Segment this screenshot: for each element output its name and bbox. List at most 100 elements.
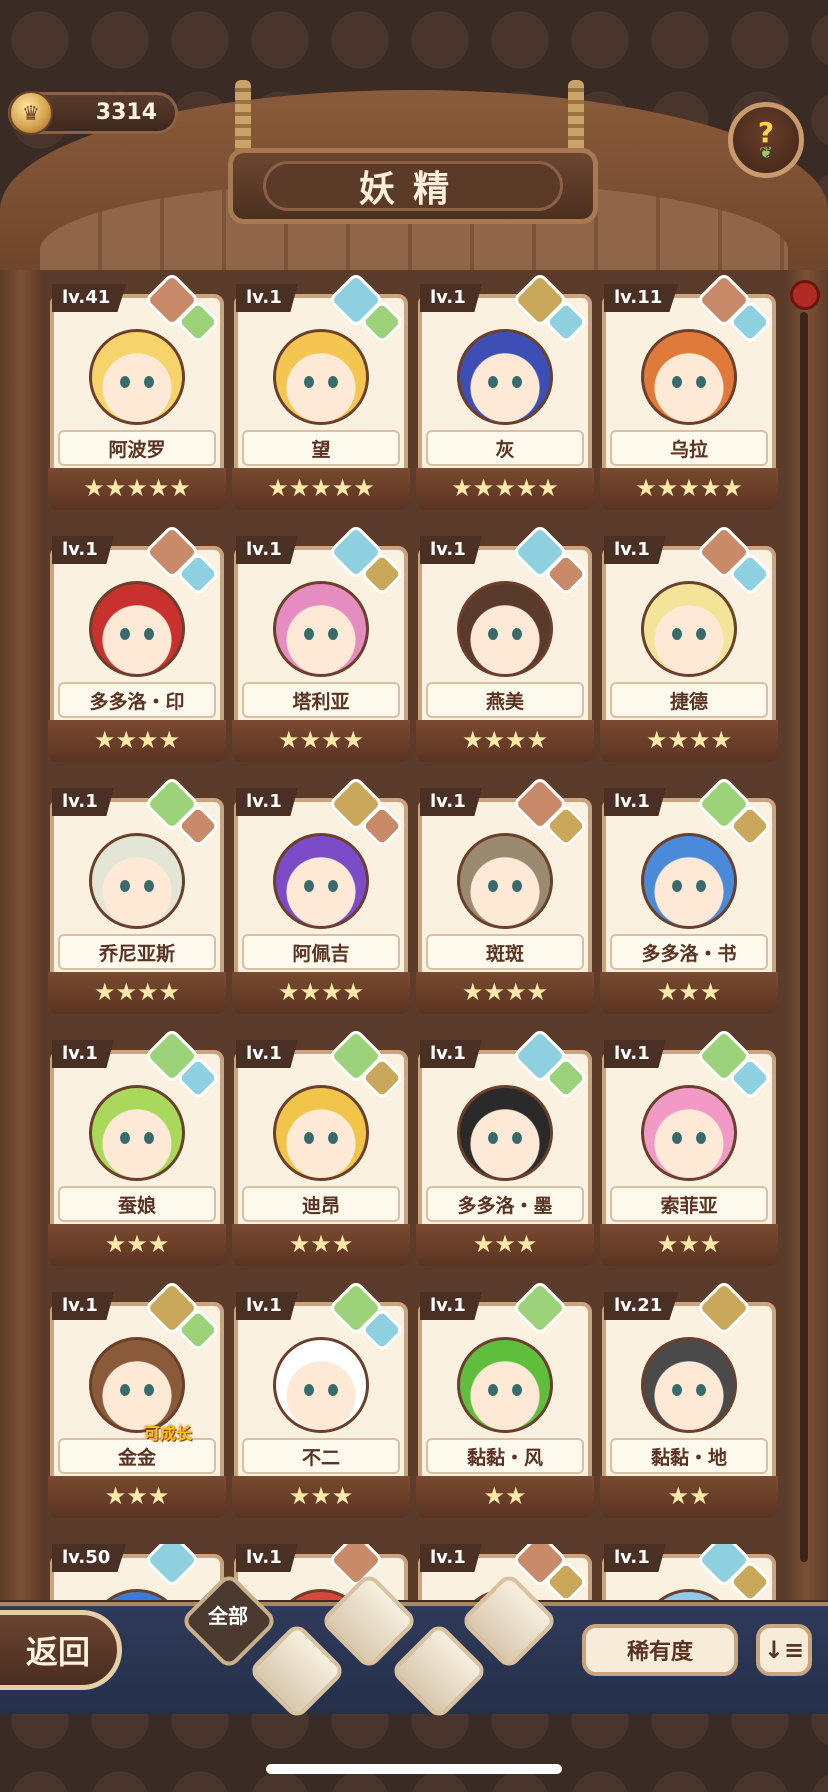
level-tag: lv.1 [604,1040,666,1068]
scrollbar-thumb[interactable] [790,280,820,310]
level-tag: lv.11 [604,284,679,312]
level-tag: lv.41 [52,284,127,312]
fairy-portrait [614,1326,764,1444]
star-rating: ★★ [667,1482,711,1510]
fairy-name: 捷德 [610,682,768,718]
level-tag: lv.1 [52,536,114,564]
fairy-name: 乔尼亚斯 [58,934,216,970]
fairy-avatar [641,1589,737,1600]
page-title: 妖精 [263,161,563,211]
fairy-card[interactable]: lv.1 黏黏・风 ★★ [416,1279,594,1518]
fairy-avatar [457,833,553,929]
fairy-card[interactable]: lv.1 迪昂 ★★★ [232,1027,410,1266]
level-tag: lv.1 [52,1040,114,1068]
star-rating: ★★★ [288,1230,354,1258]
level-tag: lv.1 [236,788,298,816]
fairy-card[interactable]: lv.1 望 ★★★★★ [232,271,410,510]
fairy-card[interactable]: lv.50 [48,1544,226,1600]
left-post [0,270,42,1600]
star-rating: ★★★★ [461,726,549,754]
level-tag: lv.1 [52,788,114,816]
fairy-card[interactable]: lv.1 捷德 ★★★★ [600,523,778,762]
fairy-card[interactable]: lv.1 多多洛・墨 ★★★ [416,1027,594,1266]
fairy-avatar [89,581,185,677]
star-rating: ★★★★★ [635,474,743,502]
fairy-avatar [89,1085,185,1181]
fairy-avatar [457,581,553,677]
level-tag: lv.21 [604,1292,679,1320]
fairy-card[interactable]: lv.11 乌拉 ★★★★★ [600,271,778,510]
fairy-avatar [89,1589,185,1600]
fairy-card[interactable]: lv.1 乔尼亚斯 ★★★★ [48,775,226,1014]
fairy-avatar [457,1085,553,1181]
star-rating: ★★★★★ [451,474,559,502]
filter-all-label: 全部 [208,1604,248,1628]
crown-coin-icon: ♛ [9,91,53,135]
fairy-name: 黏黏・风 [426,1438,584,1474]
star-rating: ★★★★★ [267,474,375,502]
star-rating: ★★★ [104,1482,170,1510]
level-tag: lv.1 [420,1544,482,1572]
fairy-card[interactable]: lv.1 不二 ★★★ [232,1279,410,1518]
fairy-avatar [273,329,369,425]
star-rating: ★★★ [288,1482,354,1510]
fairy-avatar [641,1085,737,1181]
fairy-portrait [430,1326,580,1444]
level-tag: lv.1 [420,1040,482,1068]
fairy-name: 阿佩吉 [242,934,400,970]
level-tag: lv.50 [52,1544,127,1572]
fairy-name: 乌拉 [610,430,768,466]
fairy-card[interactable]: lv.1 多多洛・印 ★★★★ [48,523,226,762]
star-rating: ★★★★ [645,726,733,754]
fairy-name: 多多洛・印 [58,682,216,718]
star-rating: ★★★★ [93,978,181,1006]
fairy-card[interactable]: lv.1 塔利亚 ★★★★ [232,523,410,762]
growable-badge: 可成长 [144,1424,193,1443]
fairy-avatar [89,833,185,929]
back-button[interactable]: 返回 [0,1610,122,1690]
level-tag: lv.1 [420,788,482,816]
fairy-card[interactable]: lv.1 燕美 ★★★★ [416,523,594,762]
help-button[interactable]: ? ❦ [728,102,804,178]
fairy-avatar [273,1337,369,1433]
sprout-icon: ❦ [759,143,773,162]
sort-order-button[interactable]: ↓≡ [756,1624,812,1676]
level-tag: lv.1 [236,1544,298,1572]
fairy-card[interactable]: lv.1 金金 ★★★ 可成长 [48,1279,226,1518]
fairy-avatar [641,329,737,425]
fairy-avatar [457,1337,553,1433]
sort-icon: ↓≡ [763,1636,805,1664]
scrollbar-track[interactable] [800,312,808,1562]
currency-amount: 3314 [95,100,157,125]
fairy-card[interactable]: lv.1 灰 ★★★★★ [416,271,594,510]
rarity-label: 稀有度 [626,1640,693,1665]
star-rating: ★★★★★ [83,474,191,502]
title-sign: 妖精 [228,148,598,224]
home-indicator[interactable] [266,1764,562,1774]
star-rating: ★★★★ [277,726,365,754]
star-rating: ★★★ [104,1230,170,1258]
star-rating: ★★★ [656,1230,722,1258]
fairy-card[interactable]: lv.1 索菲亚 ★★★ [600,1027,778,1266]
fairy-avatar [641,833,737,929]
currency-display: ♛ 3314 [8,91,178,135]
fairy-card[interactable]: lv.21 黏黏・地 ★★ [600,1279,778,1518]
fairy-card[interactable]: lv.1 [600,1544,778,1600]
fairy-card[interactable]: lv.41 阿波罗 ★★★★★ [48,271,226,510]
fairy-card[interactable]: lv.1 阿佩吉 ★★★★ [232,775,410,1014]
level-tag: lv.1 [420,536,482,564]
fairy-name: 黏黏・地 [610,1438,768,1474]
fairy-card[interactable]: lv.1 蚕娘 ★★★ [48,1027,226,1266]
fairy-name: 索菲亚 [610,1186,768,1222]
fairy-avatar [89,329,185,425]
fairy-avatar [273,1085,369,1181]
fairy-card[interactable]: lv.1 斑斑 ★★★★ [416,775,594,1014]
level-tag: lv.1 [236,1040,298,1068]
rarity-sort-button[interactable]: 稀有度 [582,1624,738,1676]
fairy-portrait [62,1578,212,1600]
fairy-card[interactable]: lv.1 多多洛・书 ★★★ [600,775,778,1014]
star-rating: ★★★★ [93,726,181,754]
fairy-name: 多多洛・书 [610,934,768,970]
fairy-avatar [89,1337,185,1433]
star-rating: ★★★★ [277,978,365,1006]
